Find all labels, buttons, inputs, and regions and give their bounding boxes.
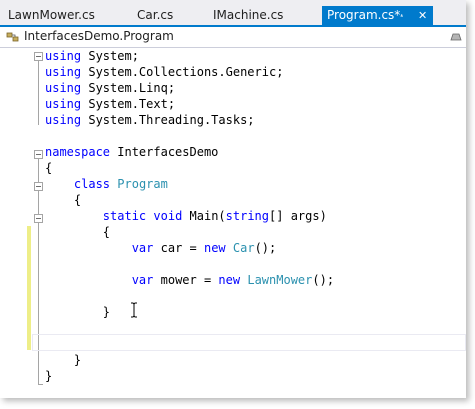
tab-label: LawnMower.cs bbox=[8, 8, 95, 22]
document-tab-strip: LawnMower.cs Car.cs IMachine.cs Program.… bbox=[0, 0, 466, 27]
outline-end bbox=[38, 384, 43, 385]
code-line[interactable]: { bbox=[45, 192, 81, 208]
type-dropdown[interactable]: InterfacesDemo.Program bbox=[24, 29, 174, 43]
editor-window: LawnMower.cs Car.cs IMachine.cs Program.… bbox=[0, 0, 466, 398]
collapse-method-icon[interactable] bbox=[34, 214, 43, 223]
ibeam-cursor-icon bbox=[131, 302, 137, 318]
tab-label: IMachine.cs bbox=[213, 8, 284, 22]
collapse-namespace-icon[interactable] bbox=[34, 150, 43, 159]
navigation-bar: InterfacesDemo.Program bbox=[0, 27, 466, 48]
type-dropdown-label: InterfacesDemo.Program bbox=[24, 29, 174, 43]
member-icon[interactable] bbox=[449, 31, 463, 43]
tab-car[interactable]: Car.cs bbox=[137, 7, 197, 25]
tab-program[interactable]: Program.cs* ˔ ✕ bbox=[322, 6, 433, 27]
collapse-usings-icon[interactable] bbox=[34, 52, 43, 61]
collapse-class-icon[interactable] bbox=[34, 182, 43, 191]
tab-imachine[interactable]: IMachine.cs bbox=[213, 7, 303, 25]
close-icon[interactable]: ✕ bbox=[418, 6, 427, 25]
pin-icon[interactable]: ˔ bbox=[399, 6, 405, 25]
current-line-highlight bbox=[32, 334, 466, 351]
code-line[interactable]: namespace InterfacesDemo bbox=[45, 144, 218, 160]
code-line[interactable]: } bbox=[45, 352, 81, 368]
tab-label: Car.cs bbox=[137, 8, 174, 22]
code-line[interactable]: } bbox=[45, 304, 110, 320]
change-marker bbox=[27, 226, 31, 350]
class-icon bbox=[6, 32, 19, 42]
code-line[interactable]: } bbox=[45, 368, 52, 384]
code-line[interactable]: using System; bbox=[45, 48, 139, 64]
code-line[interactable]: using System.Text; bbox=[45, 96, 175, 112]
outline-guide bbox=[38, 61, 39, 125]
code-editor[interactable]: using System; using System.Collections.G… bbox=[0, 48, 466, 398]
code-line[interactable]: using System.Linq; bbox=[45, 80, 175, 96]
code-line[interactable]: { bbox=[45, 224, 110, 240]
tab-lawnmower[interactable]: LawnMower.cs bbox=[8, 7, 108, 25]
outline-guide bbox=[38, 159, 39, 385]
tab-label: Program.cs* bbox=[327, 8, 401, 22]
code-line[interactable]: { bbox=[45, 160, 52, 176]
code-line[interactable]: class Program bbox=[45, 176, 168, 192]
code-line[interactable]: var mower = new LawnMower(); bbox=[45, 272, 334, 288]
code-line[interactable]: static void Main(string[] args) bbox=[45, 208, 327, 224]
code-line[interactable]: using System.Threading.Tasks; bbox=[45, 112, 255, 128]
code-line[interactable]: var car = new Car(); bbox=[45, 240, 277, 256]
code-line[interactable]: using System.Collections.Generic; bbox=[45, 64, 283, 80]
